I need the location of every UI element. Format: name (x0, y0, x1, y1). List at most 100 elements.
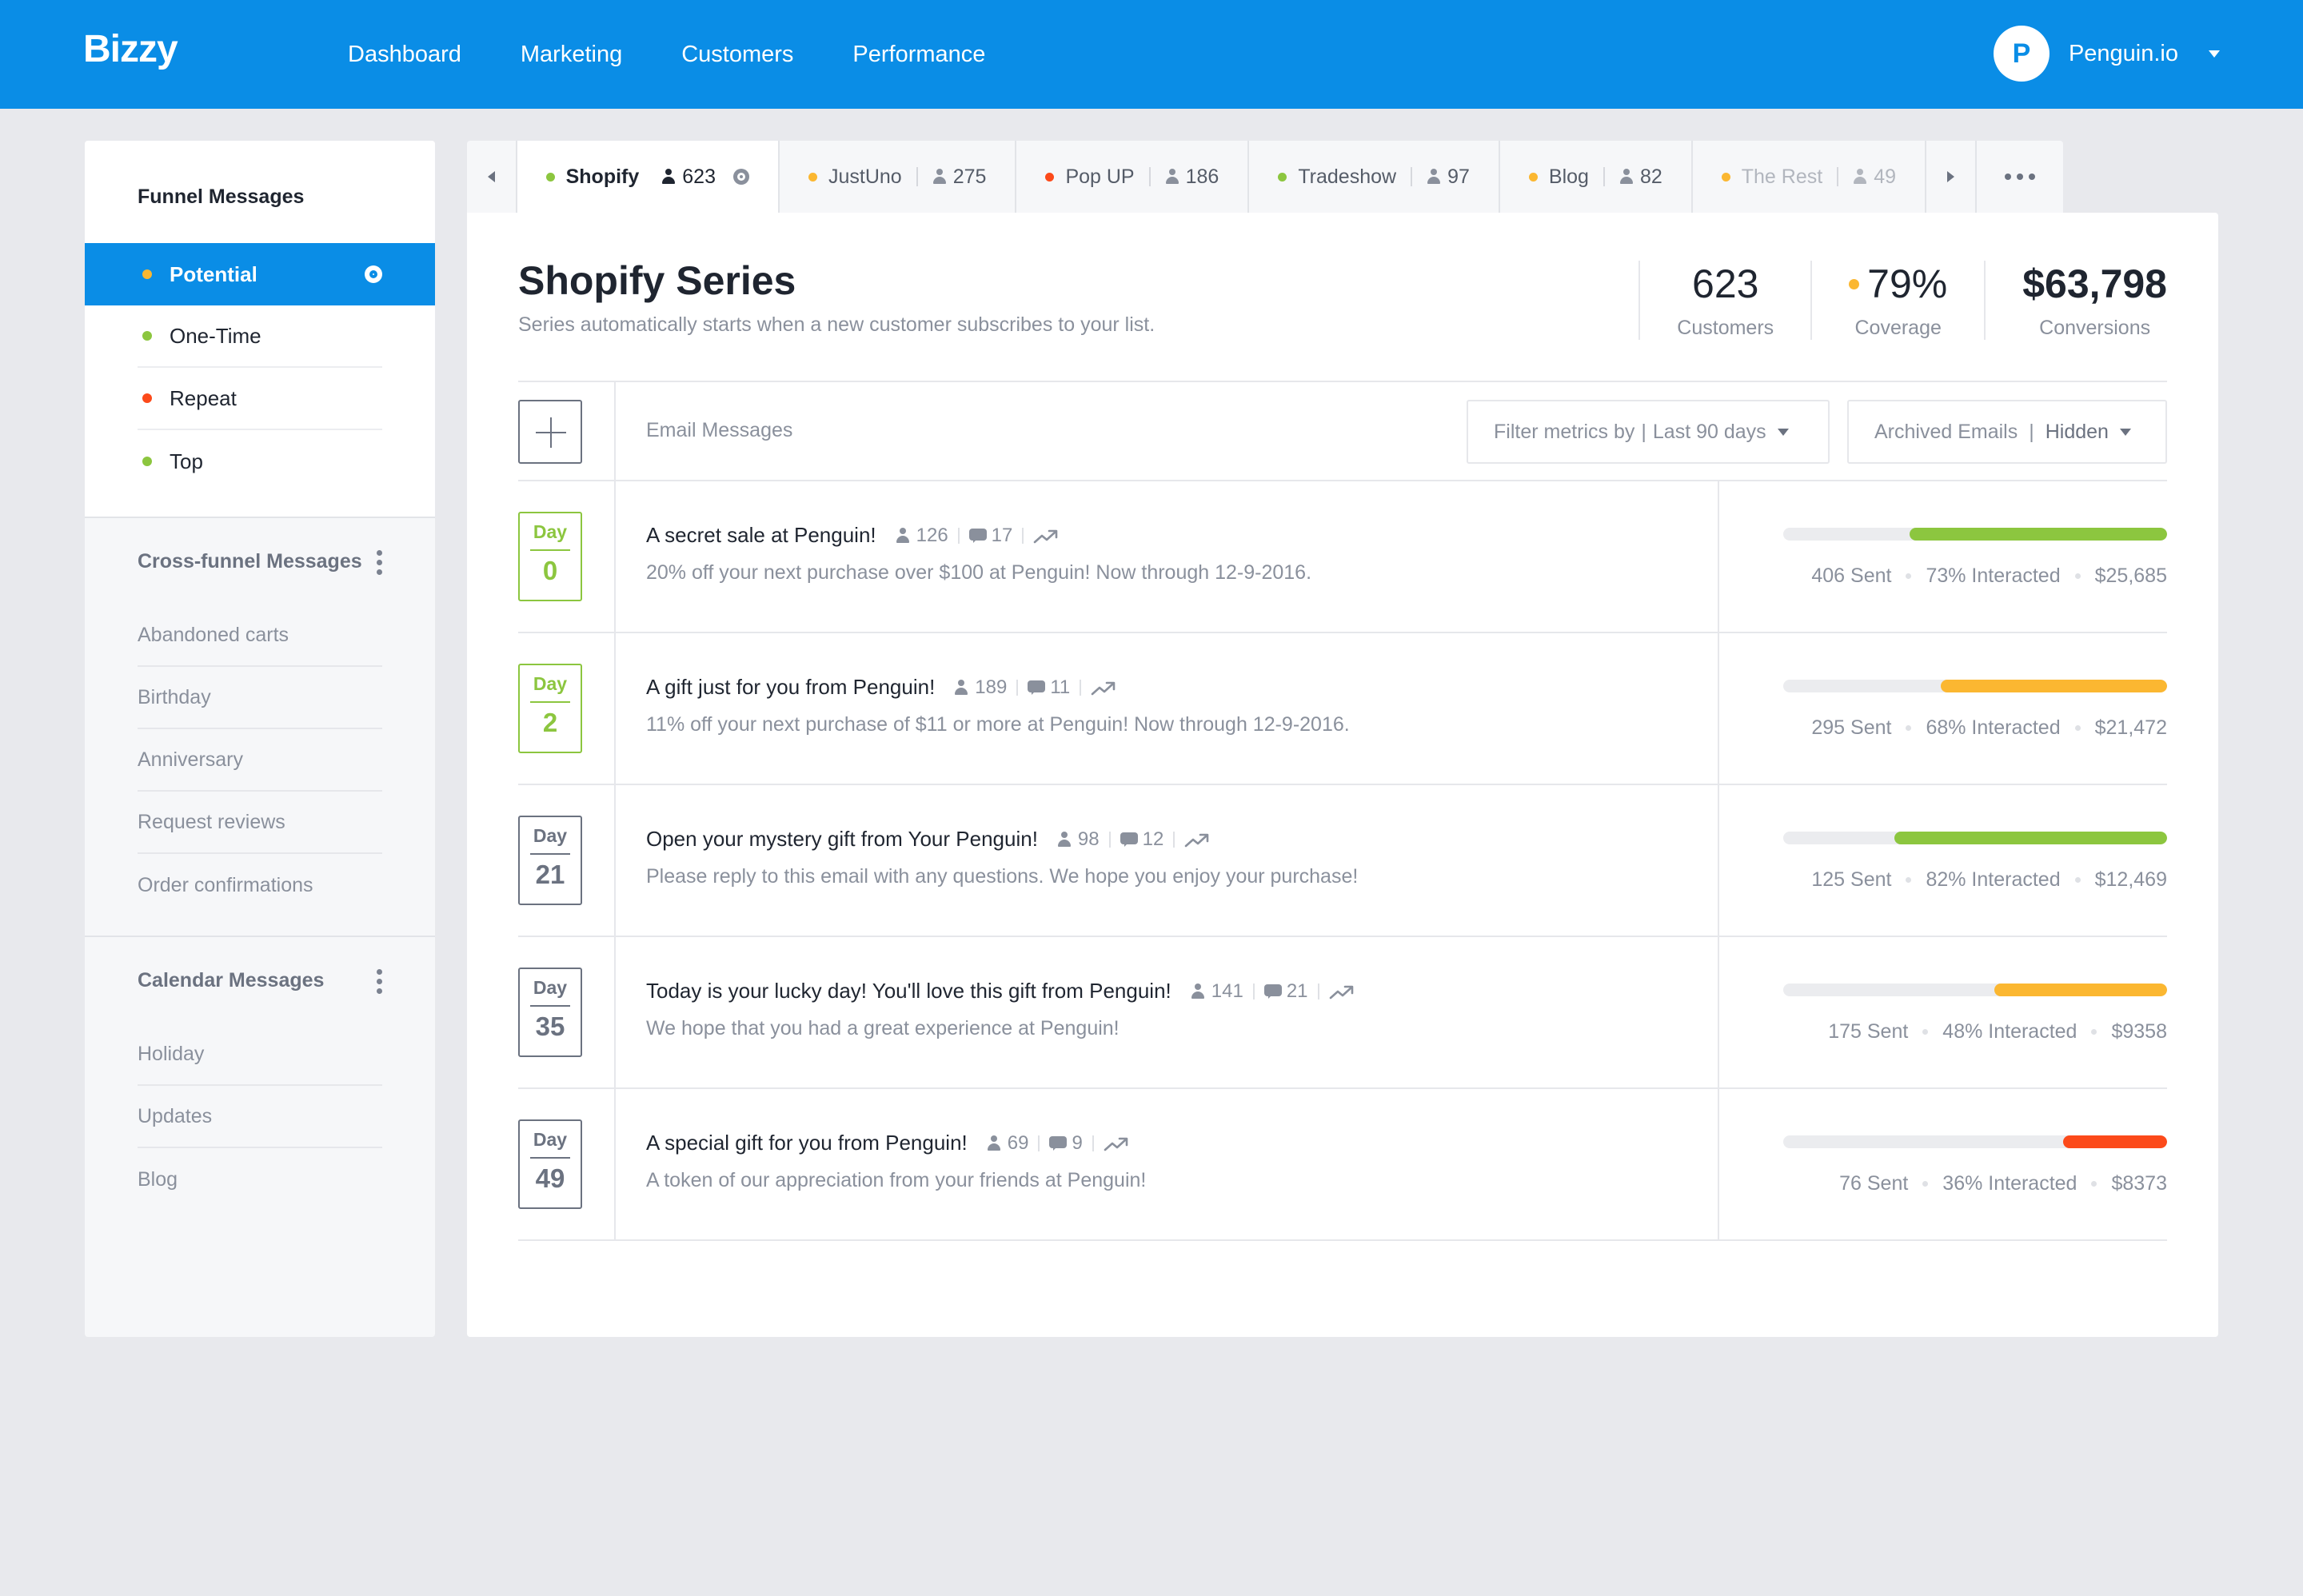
email-messages-label: Email Messages (646, 419, 793, 441)
nav-dashboard[interactable]: Dashboard (348, 42, 461, 68)
sidebar-item-repeat[interactable]: Repeat (138, 368, 382, 430)
day-badge[interactable]: Day 49 (518, 1119, 582, 1209)
gear-icon[interactable] (365, 265, 382, 283)
person-icon (1165, 169, 1179, 185)
stat-label: Customers (1677, 317, 1774, 339)
account-name[interactable]: Penguin.io (2069, 41, 2178, 67)
trending-up-icon[interactable] (1033, 528, 1059, 544)
sidebar-item-blog[interactable]: Blog (138, 1148, 382, 1211)
calendar-title: Calendar Messages (85, 936, 435, 1023)
filter-metrics-dropdown[interactable]: Filter metrics by | Last 90 days (1467, 400, 1830, 464)
message-title[interactable]: A special gift for you from Penguin! (646, 1131, 968, 1155)
tabs-next-button[interactable] (1926, 141, 1977, 213)
trending-up-icon[interactable] (1091, 680, 1116, 696)
archived-value: Hidden (2045, 420, 2109, 443)
email-message-row[interactable]: Day 49 A special gift for you from Penguin… (518, 1089, 2167, 1241)
chevron-down-icon[interactable] (2209, 50, 2220, 58)
more-vertical-icon[interactable] (377, 550, 382, 575)
status-dot (142, 393, 152, 403)
message-title[interactable]: Open your mystery gift from Your Penguin… (646, 827, 1038, 852)
series-tabs: Shopify 623 JustUno 275 Pop UP 186 Trade… (467, 141, 2063, 213)
day-badge[interactable]: Day 0 (518, 512, 582, 601)
message-meta: 69 9 (987, 1132, 1129, 1155)
chevron-down-icon (2119, 428, 2131, 436)
tab-justuno[interactable]: JustUno 275 (780, 141, 1017, 213)
day-label: Day (533, 977, 568, 998)
tab-count: 49 (1874, 165, 1896, 188)
gear-icon[interactable] (733, 169, 749, 185)
nav-performance[interactable]: Performance (852, 42, 985, 68)
email-message-list: Day 0 A secret sale at Penguin! 126 17 20% of… (518, 481, 2167, 1241)
stat-value-wrap: 79% (1849, 261, 1947, 307)
add-message-button[interactable] (518, 400, 582, 464)
revenue-value: $9358 (2111, 1020, 2167, 1043)
sidebar-item-request-reviews[interactable]: Request reviews (138, 792, 382, 854)
email-message-row[interactable]: Day 35 Today is your lucky day! You'll lov… (518, 937, 2167, 1089)
day-badge[interactable]: Day 21 (518, 816, 582, 905)
tab-label: The Rest (1741, 165, 1823, 188)
trending-up-icon[interactable] (1329, 984, 1355, 999)
sidebar-item-order-confirmations[interactable]: Order confirmations (138, 854, 382, 916)
trending-up-icon[interactable] (1104, 1135, 1129, 1151)
stat-label: Coverage (1854, 317, 1942, 339)
status-dot (1721, 172, 1730, 182)
status-dot (1278, 172, 1287, 182)
message-stats: 125 Sent 82% Interacted $12,469 (1811, 868, 2167, 892)
sidebar-item-label: Top (170, 449, 203, 473)
chevron-down-icon (1777, 428, 1789, 436)
recipients-count: 126 (916, 524, 948, 546)
comment-icon (1263, 984, 1282, 999)
status-dot (142, 457, 152, 466)
sidebar-item-abandoned-carts[interactable]: Abandoned carts (138, 604, 382, 667)
interacted-rate: 36% Interacted (1942, 1172, 2077, 1195)
archived-emails-dropdown[interactable]: Archived Emails | Hidden (1847, 400, 2167, 464)
sidebar-item-top[interactable]: Top (138, 430, 382, 493)
message-title[interactable]: A secret sale at Penguin! (646, 523, 876, 548)
account-menu[interactable]: P Penguin.io (1993, 26, 2220, 82)
comments-count: 9 (1072, 1131, 1083, 1154)
message-title[interactable]: Today is your lucky day! You'll love thi… (646, 979, 1171, 1003)
more-horizontal-icon[interactable] (1977, 141, 2063, 213)
message-description: A token of our appreciation from your fr… (646, 1169, 1147, 1191)
sidebar-item-potential[interactable]: Potential (85, 243, 435, 305)
sent-count: 175 Sent (1828, 1020, 1909, 1043)
sidebar-item-updates[interactable]: Updates (138, 1086, 382, 1148)
email-message-row[interactable]: Day 0 A secret sale at Penguin! 126 17 20% of… (518, 481, 2167, 633)
brand-logo[interactable]: Bizzy (83, 27, 178, 71)
day-badge[interactable]: Day 35 (518, 968, 582, 1057)
message-title[interactable]: A gift just for you from Penguin! (646, 675, 935, 700)
status-dot (1528, 172, 1538, 182)
cross-funnel-list: Abandoned carts Birthday Anniversary Req… (85, 604, 435, 936)
nav-customers[interactable]: Customers (681, 42, 793, 68)
sidebar-item-one-time[interactable]: One-Time (138, 305, 382, 368)
nav-marketing[interactable]: Marketing (521, 42, 622, 68)
sidebar-item-anniversary[interactable]: Anniversary (138, 729, 382, 792)
tab-count: 97 (1447, 165, 1470, 188)
day-badge[interactable]: Day 2 (518, 664, 582, 753)
trending-up-icon[interactable] (1184, 832, 1210, 848)
sidebar-item-birthday[interactable]: Birthday (138, 667, 382, 729)
comments-count: 17 (991, 524, 1013, 546)
tab-the-rest[interactable]: The Rest 49 (1693, 141, 1926, 213)
tab-count: 82 (1639, 165, 1662, 188)
progress-bar-fill (1994, 984, 2167, 996)
sidebar-item-holiday[interactable]: Holiday (138, 1023, 382, 1086)
tab-blog[interactable]: Blog 82 (1500, 141, 1693, 213)
tab-label: Pop UP (1065, 165, 1135, 188)
top-navbar: Bizzy Dashboard Marketing Customers Perf… (0, 0, 2303, 109)
tab-tradeshow[interactable]: Tradeshow 97 (1249, 141, 1500, 213)
comment-icon (1028, 680, 1046, 695)
email-message-row[interactable]: Day 21 Open your mystery gift from Your Pe… (518, 785, 2167, 937)
day-number: 35 (535, 1011, 565, 1041)
person-icon (1619, 169, 1634, 185)
tab-pop-up[interactable]: Pop UP 186 (1016, 141, 1250, 213)
tab-count: 275 (952, 165, 987, 188)
recipients-count: 189 (975, 676, 1008, 698)
avatar[interactable]: P (1993, 26, 2050, 82)
tab-shopify[interactable]: Shopify 623 (517, 141, 780, 213)
stat-value: $63,798 (2022, 261, 2167, 306)
sent-count: 76 Sent (1839, 1172, 1909, 1195)
more-vertical-icon[interactable] (377, 969, 382, 994)
tabs-prev-button[interactable] (467, 141, 517, 213)
email-message-row[interactable]: Day 2 A gift just for you from Penguin! 189… (518, 633, 2167, 785)
